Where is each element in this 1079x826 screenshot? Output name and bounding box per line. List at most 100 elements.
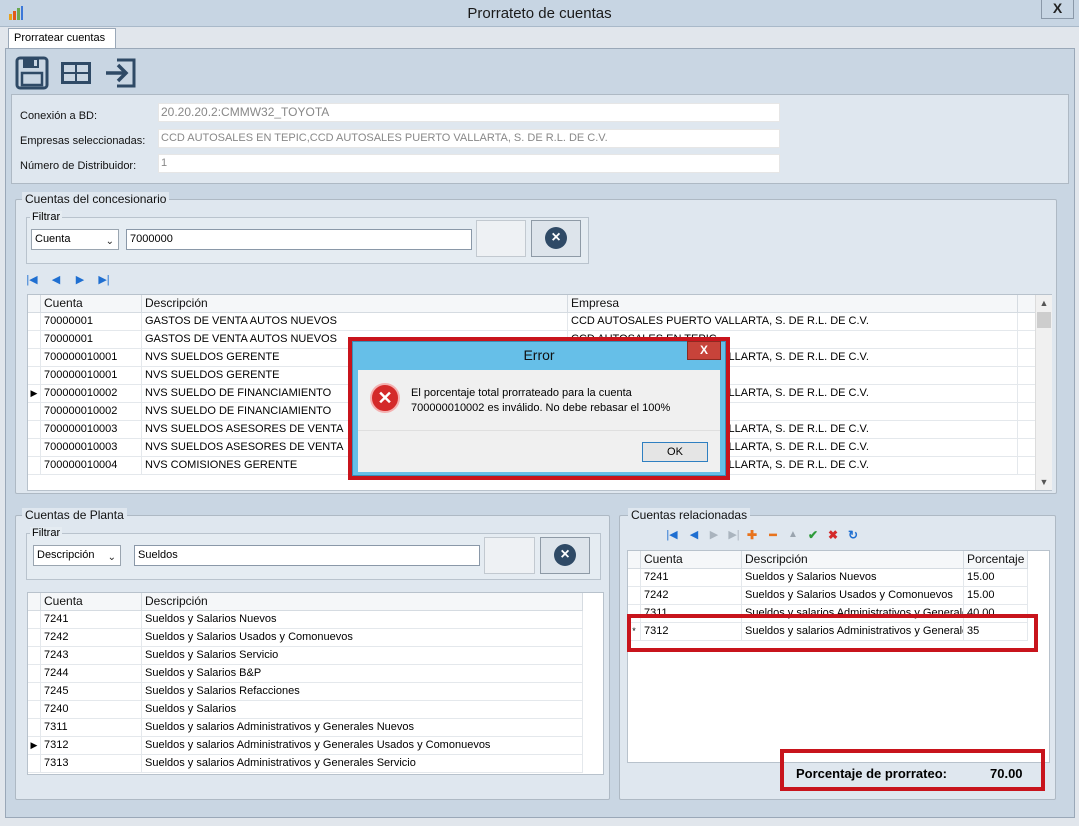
planta-filter-input[interactable]: Sueldos xyxy=(134,545,480,566)
last-record-icon[interactable]: ▶| xyxy=(726,528,742,542)
col-cuenta[interactable]: Cuenta xyxy=(41,295,142,313)
planta-grid: Cuenta Descripción 7241 Sueldos y Salario… xyxy=(27,592,604,775)
planta-filter-label: Filtrar xyxy=(30,527,63,539)
planta-filter-field[interactable]: Descripción ⌄ xyxy=(33,545,121,566)
cell-descripcion: Sueldos y Salarios Nuevos xyxy=(142,611,583,629)
empresas-label: Empresas seleccionadas: xyxy=(20,135,146,147)
row-indicator xyxy=(28,313,41,331)
col-descripcion[interactable]: Descripción xyxy=(142,593,583,611)
scroll-down-icon[interactable]: ▼ xyxy=(1036,474,1052,490)
cell-cuenta: 70000001 xyxy=(41,331,142,349)
row-indicator xyxy=(28,719,41,737)
row-indicator-header xyxy=(628,551,641,569)
next-record-icon[interactable]: ▶ xyxy=(706,528,722,542)
window-close-button[interactable]: X xyxy=(1041,0,1074,19)
cell-empresa: CCD AUTOSALES PUERTO VALLARTA, S. DE R.L… xyxy=(568,313,1018,331)
table-row[interactable]: 7311 Sueldos y salarios Administrativos y… xyxy=(28,719,583,737)
table-row[interactable]: ▶ 7312 Sueldos y salarios Administrativos … xyxy=(28,737,583,755)
cell-cuenta: 7311 xyxy=(41,719,142,737)
concesionario-filter-field[interactable]: Cuenta ⌄ xyxy=(31,229,119,250)
row-indicator xyxy=(28,457,41,475)
concesionario-scrollbar[interactable]: ▲ ▼ xyxy=(1035,295,1052,490)
planta-filter-field-value: Descripción xyxy=(37,549,95,561)
row-indicator xyxy=(28,647,41,665)
scroll-thumb[interactable] xyxy=(1037,312,1051,328)
table-row[interactable]: 7240 Sueldos y Salarios xyxy=(28,701,583,719)
window-title: Prorrateto de cuentas xyxy=(467,5,612,22)
move-up-icon[interactable]: ▲ xyxy=(785,528,801,542)
add-icon[interactable]: ✚ xyxy=(744,528,760,542)
row-indicator: ▶ xyxy=(28,737,41,755)
cell-cuenta: 7244 xyxy=(41,665,142,683)
row-indicator-header xyxy=(28,593,41,611)
row-indicator-header xyxy=(28,295,41,313)
concesionario-filter-input[interactable]: 7000000 xyxy=(126,229,472,250)
planta-clear-button[interactable]: × xyxy=(540,537,590,574)
first-record-icon[interactable]: |◀ xyxy=(664,528,680,542)
cell-porcentaje: 15.00 xyxy=(964,587,1028,605)
row-indicator xyxy=(28,629,41,647)
row-indicator xyxy=(28,349,41,367)
row-indicator xyxy=(28,665,41,683)
table-row[interactable]: 7242 Sueldos y Salarios Usados y Comonuev… xyxy=(628,587,1028,605)
cell-porcentaje: 15.00 xyxy=(964,569,1028,587)
concesionario-clear-button[interactable]: × xyxy=(531,220,581,257)
concesionario-title: Cuentas del concesionario xyxy=(22,192,170,206)
refresh-icon[interactable]: ↻ xyxy=(845,528,861,542)
error-dialog-highlight xyxy=(348,337,730,480)
col-empresa[interactable]: Empresa xyxy=(568,295,1018,313)
cell-cuenta: 700000010003 xyxy=(41,421,142,439)
prev-record-icon[interactable]: ◀ xyxy=(686,528,702,542)
relacionadas-grid: Cuenta Descripción Porcentaje 7241 Sueldo… xyxy=(627,550,1050,763)
relacionadas-grid-header: Cuenta Descripción Porcentaje xyxy=(628,551,1028,569)
table-row[interactable]: 7244 Sueldos y Salarios B&P xyxy=(28,665,583,683)
col-descripcion[interactable]: Descripción xyxy=(742,551,964,569)
first-record-icon[interactable]: |◀ xyxy=(24,273,40,287)
cell-cuenta: 7240 xyxy=(41,701,142,719)
table-row[interactable]: 7245 Sueldos y Salarios Refacciones xyxy=(28,683,583,701)
col-cuenta[interactable]: Cuenta xyxy=(41,593,142,611)
cell-cuenta: 7245 xyxy=(41,683,142,701)
check-icon[interactable]: ✔ xyxy=(805,528,821,542)
exit-icon[interactable] xyxy=(103,55,137,91)
grid-icon[interactable] xyxy=(59,55,93,91)
row-indicator xyxy=(28,683,41,701)
distribuidor-value: 1 xyxy=(158,154,780,173)
cell-cuenta: 700000010004 xyxy=(41,457,142,475)
table-row[interactable]: 70000001 GASTOS DE VENTA AUTOS NUEVOS CCD … xyxy=(28,313,1036,331)
cell-cuenta: 700000010001 xyxy=(41,349,142,367)
table-row[interactable]: 7241 Sueldos y Salarios Nuevos 15.00 xyxy=(628,569,1028,587)
prev-record-icon[interactable]: ◀ xyxy=(48,273,64,287)
remove-icon[interactable]: ━ xyxy=(765,528,781,542)
last-record-icon[interactable]: ▶| xyxy=(96,273,112,287)
cell-descripcion: Sueldos y Salarios xyxy=(142,701,583,719)
cancel-icon[interactable]: ✖ xyxy=(825,528,841,542)
next-record-icon[interactable]: ▶ xyxy=(72,273,88,287)
clear-icon: × xyxy=(545,227,567,249)
empresas-value: CCD AUTOSALES EN TEPIC,CCD AUTOSALES PUE… xyxy=(158,129,780,148)
row-indicator xyxy=(28,439,41,457)
conn-value: 20.20.20.2:CMMW32_TOYOTA xyxy=(158,103,780,122)
row-indicator xyxy=(28,331,41,349)
table-row[interactable]: 7313 Sueldos y salarios Administrativos y… xyxy=(28,755,583,773)
distribuidor-label: Número de Distribuidor: xyxy=(20,160,137,172)
table-row[interactable]: 7243 Sueldos y Salarios Servicio xyxy=(28,647,583,665)
cell-cuenta: 70000001 xyxy=(41,313,142,331)
concesionario-blank-box xyxy=(476,220,526,257)
cell-cuenta: 7241 xyxy=(641,569,742,587)
cell-cuenta: 700000010001 xyxy=(41,367,142,385)
table-row[interactable]: 7242 Sueldos y Salarios Usados y Comonuev… xyxy=(28,629,583,647)
row-indicator xyxy=(28,611,41,629)
cell-descripcion: Sueldos y Salarios Nuevos xyxy=(742,569,964,587)
scroll-up-icon[interactable]: ▲ xyxy=(1036,295,1052,311)
col-descripcion[interactable]: Descripción xyxy=(142,295,568,313)
save-icon[interactable] xyxy=(15,55,49,91)
col-cuenta[interactable]: Cuenta xyxy=(641,551,742,569)
tab-prorratear-cuentas[interactable]: Prorratear cuentas xyxy=(8,28,116,48)
col-porcentaje[interactable]: Porcentaje xyxy=(964,551,1028,569)
table-row[interactable]: 7241 Sueldos y Salarios Nuevos xyxy=(28,611,583,629)
status-strip xyxy=(0,818,1079,826)
cell-cuenta: 7241 xyxy=(41,611,142,629)
row-indicator xyxy=(28,421,41,439)
cell-descripcion: Sueldos y salarios Administrativos y Gen… xyxy=(142,737,583,755)
